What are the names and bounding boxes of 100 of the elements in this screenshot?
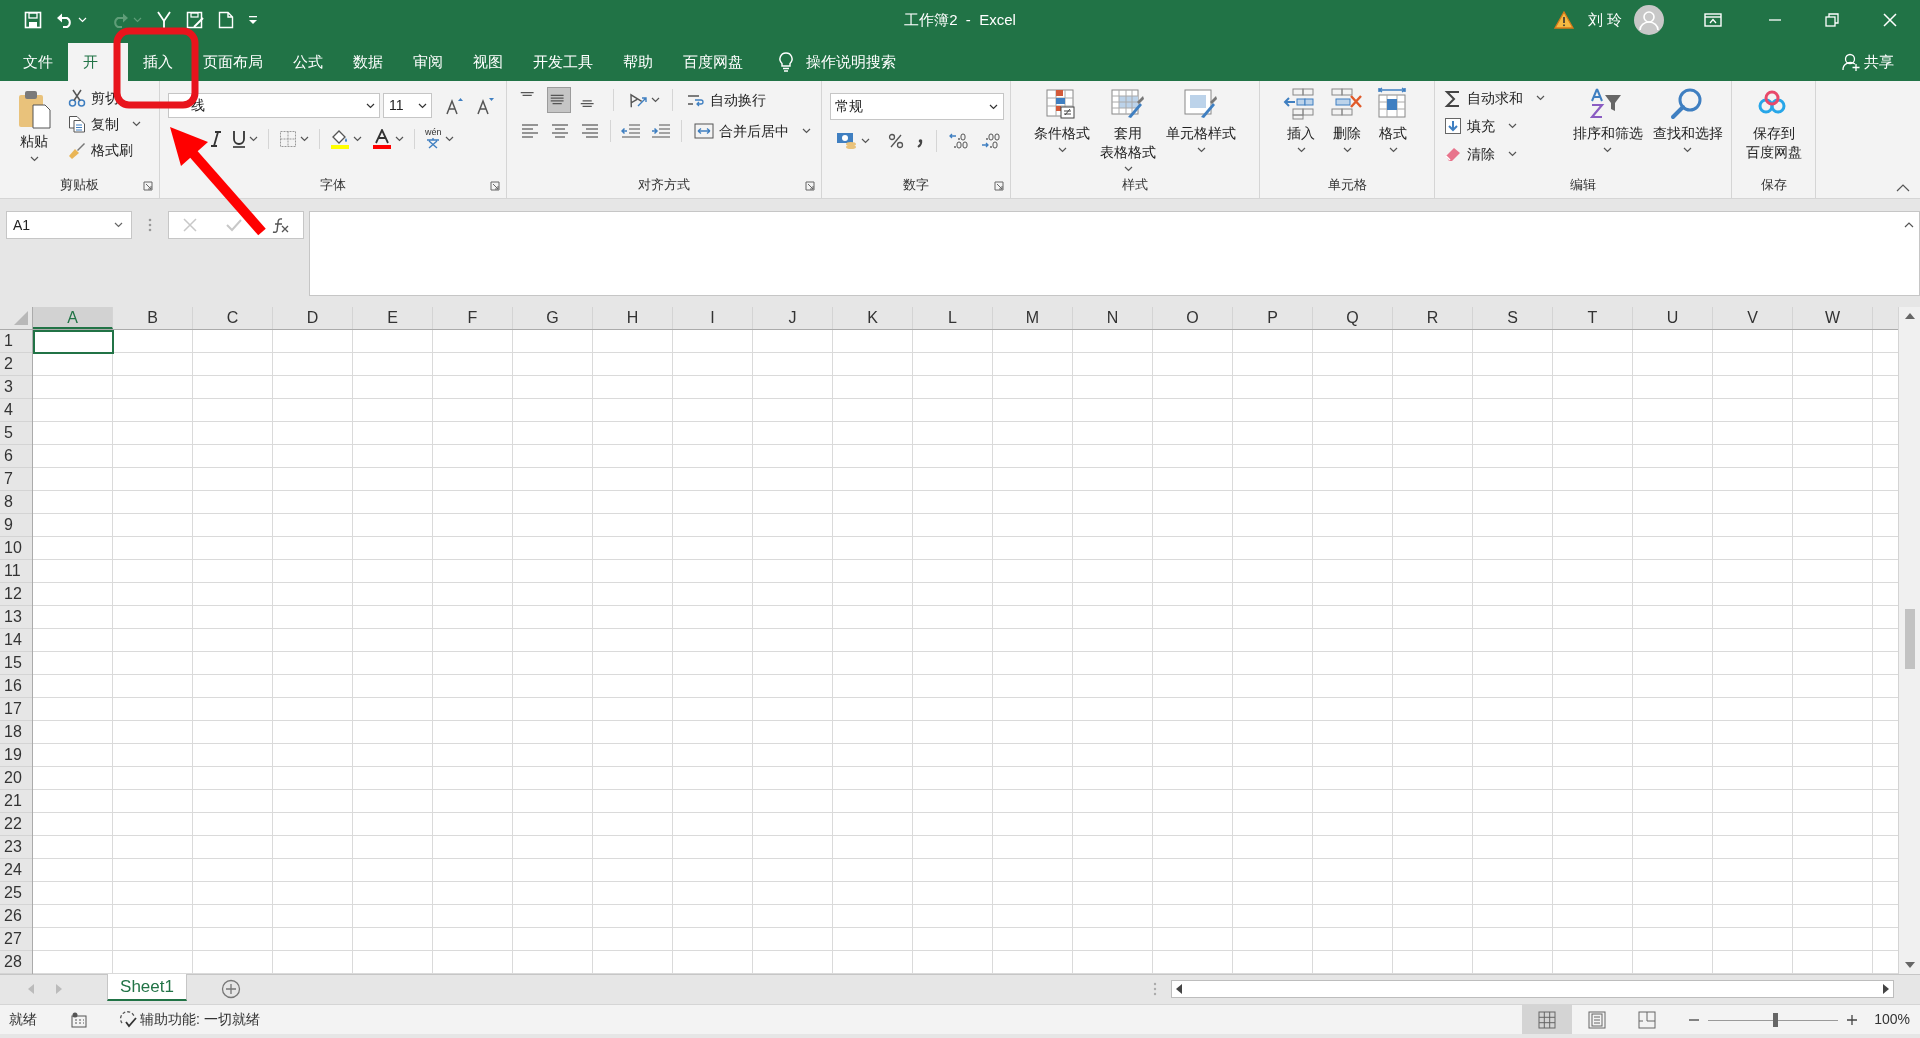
caret-icon[interactable]: [861, 138, 870, 144]
align-right-icon[interactable]: [580, 121, 600, 141]
function-icon[interactable]: [270, 217, 289, 233]
column-header[interactable]: P: [1233, 307, 1313, 329]
align-left-icon[interactable]: [520, 121, 540, 141]
column-header[interactable]: F: [433, 307, 513, 329]
tell-me-search[interactable]: 操作说明搜索: [806, 50, 896, 74]
customize-caret-icon[interactable]: [248, 15, 258, 25]
lightbulb-icon[interactable]: [778, 52, 794, 72]
ribbon-button[interactable]: 格式: [1373, 87, 1413, 153]
column-header[interactable]: I: [673, 307, 753, 329]
menu-tab[interactable]: 视图: [458, 43, 518, 81]
caret-icon[interactable]: [1196, 147, 1206, 153]
user-name[interactable]: 刘 玲: [1587, 8, 1622, 32]
align-center-icon[interactable]: [550, 121, 570, 141]
new-file-icon[interactable]: [218, 11, 234, 29]
column-header[interactable]: A: [33, 307, 113, 329]
row-header[interactable]: 20: [0, 767, 32, 790]
caret-icon[interactable]: [132, 121, 141, 127]
formula-input[interactable]: [309, 211, 1920, 296]
row-header[interactable]: 3: [0, 376, 32, 399]
ribbon-button[interactable]: 查找和选择: [1650, 87, 1725, 153]
ribbon-button[interactable]: 清除: [1441, 141, 1547, 167]
scroll-up-icon[interactable]: [1904, 313, 1915, 319]
view-button[interactable]: [1522, 1005, 1573, 1034]
column-header[interactable]: V: [1713, 307, 1793, 329]
ribbon-button[interactable]: 自动换行: [685, 87, 768, 113]
caret-icon[interactable]: [1603, 147, 1612, 153]
row-header[interactable]: 19: [0, 744, 32, 767]
column-header[interactable]: H: [593, 307, 673, 329]
ribbon-button[interactable]: 自动求和: [1441, 85, 1547, 111]
row-header[interactable]: 7: [0, 468, 32, 491]
ribbon-button[interactable]: 保存到 百度网盘: [1743, 87, 1804, 162]
caret-icon[interactable]: [418, 102, 427, 109]
menu-tab[interactable]: 数据: [338, 43, 398, 81]
ribbon-button[interactable]: 插入: [1281, 87, 1321, 153]
row-header[interactable]: 27: [0, 928, 32, 951]
accessibility-status[interactable]: 辅助功能: 一切就绪: [119, 1009, 260, 1030]
ribbon-button[interactable]: 合并后居中: [692, 118, 813, 144]
row-header[interactable]: 24: [0, 859, 32, 882]
caret-icon[interactable]: [300, 135, 309, 142]
column-header[interactable]: C: [193, 307, 273, 329]
selected-cell[interactable]: [33, 330, 114, 354]
menu-tab[interactable]: 百度网盘: [668, 43, 758, 81]
restore-icon[interactable]: [1825, 13, 1839, 27]
dialog-launcher-icon[interactable]: [805, 181, 815, 191]
ribbon-button[interactable]: 格式刷: [66, 137, 143, 163]
increase-decimal-icon[interactable]: [949, 132, 969, 150]
column-header[interactable]: W: [1793, 307, 1873, 329]
save-icon[interactable]: [24, 11, 42, 29]
row-header[interactable]: 2: [0, 353, 32, 376]
row-header[interactable]: 9: [0, 514, 32, 537]
caret-icon[interactable]: [366, 102, 375, 109]
scroll-right-icon[interactable]: [1883, 984, 1889, 994]
scroll-left-icon[interactable]: [1176, 984, 1182, 994]
row-header[interactable]: 16: [0, 675, 32, 698]
increase-indent-icon[interactable]: [651, 121, 671, 141]
caret-icon[interactable]: [444, 135, 454, 142]
row-header[interactable]: 6: [0, 445, 32, 468]
percent-icon[interactable]: [888, 133, 904, 149]
name-box[interactable]: A1: [6, 211, 132, 239]
column-header[interactable]: O: [1153, 307, 1233, 329]
column-header[interactable]: D: [273, 307, 353, 329]
avatar-icon[interactable]: [1634, 5, 1664, 35]
caret-icon[interactable]: [989, 103, 998, 110]
warning-icon[interactable]: [1553, 11, 1574, 29]
column-header[interactable]: R: [1393, 307, 1473, 329]
caret-icon[interactable]: [29, 156, 39, 162]
underline-icon[interactable]: [232, 129, 246, 148]
menu-tab[interactable]: 开发工具: [518, 43, 608, 81]
zoom-slider[interactable]: [1708, 1012, 1839, 1027]
grow-font-icon[interactable]: [445, 96, 463, 115]
row-header[interactable]: 22: [0, 813, 32, 836]
expand-formula-icon[interactable]: [1904, 222, 1914, 228]
macro-record-icon[interactable]: [71, 1011, 87, 1028]
column-header[interactable]: M: [993, 307, 1073, 329]
ribbon-button[interactable]: 条件格式: [1032, 87, 1092, 153]
person-add-icon[interactable]: [1842, 53, 1860, 71]
scroll-down-icon[interactable]: [1904, 962, 1915, 968]
caret-icon[interactable]: [395, 135, 404, 142]
caret-icon[interactable]: [1057, 147, 1067, 153]
caret-icon[interactable]: [1296, 147, 1306, 153]
decrease-indent-icon[interactable]: [621, 121, 641, 141]
row-header[interactable]: 15: [0, 652, 32, 675]
menu-tab[interactable]: 页面布局: [188, 43, 278, 81]
column-header[interactable]: B: [113, 307, 193, 329]
row-header[interactable]: 14: [0, 629, 32, 652]
ribbon-display-icon[interactable]: [1704, 13, 1722, 27]
caret-icon[interactable]: [1535, 95, 1545, 101]
shrink-font-icon[interactable]: [476, 96, 494, 115]
align-icon[interactable]: [547, 87, 571, 113]
font-color-icon[interactable]: [372, 128, 392, 149]
row-header[interactable]: 26: [0, 905, 32, 928]
close-icon[interactable]: [1883, 13, 1897, 27]
currency-icon[interactable]: [836, 131, 858, 151]
sheet-tab[interactable]: Sheet1: [107, 974, 187, 1001]
ribbon-button[interactable]: 删除: [1327, 87, 1367, 153]
caret-icon[interactable]: [1342, 147, 1352, 153]
menu-tab[interactable]: 插入: [128, 43, 188, 81]
save-edit-icon[interactable]: [186, 11, 204, 29]
